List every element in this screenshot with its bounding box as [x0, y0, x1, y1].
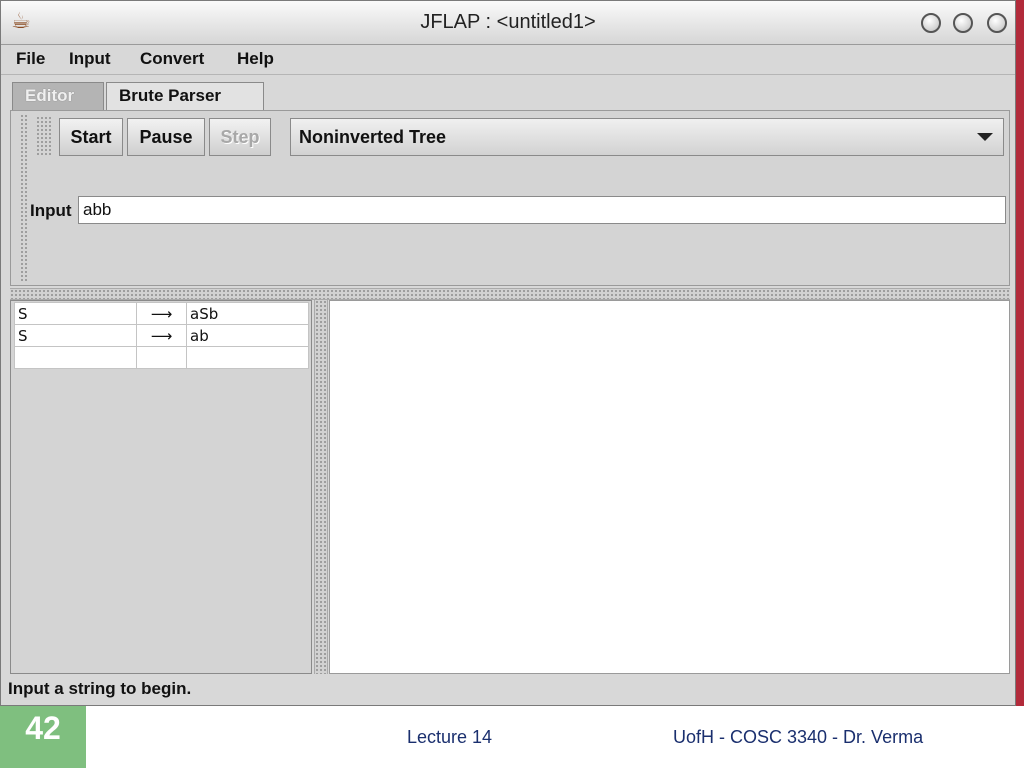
footer-course: UofH - COSC 3340 - Dr. Verma — [673, 727, 924, 747]
production-arrow-icon — [136, 346, 187, 369]
start-button[interactable]: Start — [59, 118, 123, 156]
grammar-rhs-cell[interactable] — [186, 346, 309, 369]
close-button[interactable] — [987, 13, 1007, 33]
input-label: Input — [30, 201, 72, 220]
tab-brute-parser[interactable]: Brute Parser — [106, 82, 264, 110]
input-string-field[interactable] — [78, 196, 1006, 224]
table-row[interactable]: S ⟶ aSb — [14, 302, 309, 325]
menu-help[interactable]: Help — [237, 49, 274, 69]
minimize-button[interactable] — [921, 13, 941, 33]
horizontal-split-divider[interactable] — [10, 288, 1010, 300]
menu-input[interactable]: Input — [69, 49, 111, 69]
tab-editor[interactable]: Editor — [12, 82, 104, 110]
window-title: JFLAP : <untitled1> — [420, 11, 596, 33]
menu-file[interactable]: File — [16, 49, 45, 69]
step-button[interactable]: Step — [209, 118, 271, 156]
grammar-rhs-cell[interactable]: ab — [186, 324, 309, 347]
vertical-split-divider[interactable] — [314, 300, 328, 674]
maximize-button[interactable] — [953, 13, 973, 33]
table-row[interactable] — [14, 346, 309, 369]
title-bar[interactable]: ☕ JFLAP : <untitled1> — [1, 1, 1015, 45]
grammar-table: S ⟶ aSb S ⟶ ab — [14, 302, 309, 369]
menu-convert[interactable]: Convert — [140, 49, 204, 69]
view-select[interactable]: Noninverted Tree — [290, 118, 1004, 156]
slide-page-number: 42 — [0, 706, 86, 768]
production-arrow-icon: ⟶ — [136, 324, 187, 347]
production-arrow-icon: ⟶ — [136, 302, 187, 325]
pause-button[interactable]: Pause — [127, 118, 205, 156]
table-row[interactable]: S ⟶ ab — [14, 324, 309, 347]
grammar-lhs-cell[interactable] — [14, 346, 137, 369]
grammar-rhs-cell[interactable]: aSb — [186, 302, 309, 325]
status-message: Input a string to begin. — [2, 676, 1012, 702]
menu-bar: File Input Convert Help — [1, 45, 1015, 75]
dropdown-arrow-icon — [977, 133, 993, 141]
footer-lecture: Lecture 14 — [407, 727, 493, 747]
grammar-lhs-cell[interactable]: S — [14, 302, 137, 325]
view-select-value: Noninverted Tree — [299, 127, 447, 147]
toolbar-grip-left[interactable] — [20, 114, 28, 282]
toolbar-grip[interactable] — [36, 116, 52, 156]
grammar-lhs-cell[interactable]: S — [14, 324, 137, 347]
parse-tree-pane[interactable] — [329, 300, 1010, 674]
